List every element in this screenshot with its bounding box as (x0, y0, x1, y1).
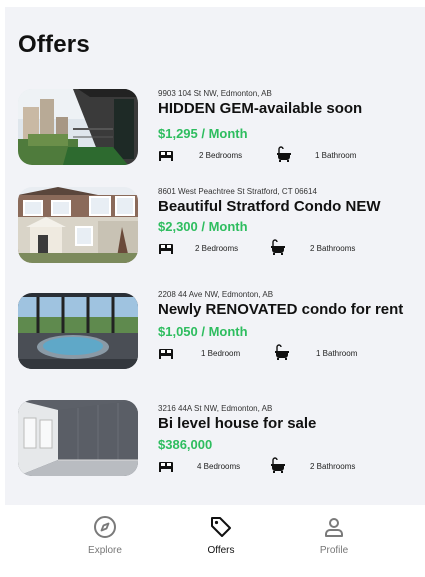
offer-address: 8601 West Peachtree St Stratford, CT 066… (158, 187, 317, 196)
offer-address: 3216 44A St NW, Edmonton, AB (158, 404, 273, 413)
offer-photo (18, 293, 138, 369)
offer-name: Beautiful Stratford Condo NEW (158, 198, 381, 215)
offer-name: HIDDEN GEM-available soon (158, 100, 363, 117)
bathtub-icon (277, 146, 291, 162)
offer-photo (18, 187, 138, 263)
bedrooms-count: 2 Bedrooms (195, 244, 239, 253)
page-title: Offers (18, 31, 90, 58)
user-icon (325, 518, 343, 537)
app-screen: Offers 9903 104 St NW, Edmonton, AB HIDD… (5, 7, 425, 570)
bed-icon (159, 462, 173, 472)
bathrooms-count: 2 Bathrooms (310, 462, 356, 471)
nav-offers[interactable]: Offers (181, 515, 261, 556)
offer-price: $1,295 / Month (158, 126, 248, 141)
offer-price: $386,000 (158, 437, 213, 452)
compass-icon (94, 516, 116, 538)
bed-icon (159, 244, 173, 254)
bedrooms-count: 1 Bedroom (201, 349, 241, 358)
bathrooms-count: 2 Bathrooms (310, 244, 356, 253)
bathtub-icon (275, 344, 289, 360)
nav-explore[interactable]: Explore (65, 515, 145, 556)
offer-card[interactable]: 8601 West Peachtree St Stratford, CT 066… (18, 187, 423, 265)
bed-icon (159, 349, 173, 359)
bed-icon (159, 151, 173, 161)
nav-label: Offers (207, 545, 235, 556)
tag-icon (211, 517, 231, 537)
nav-label: Profile (319, 545, 349, 556)
bedrooms-count: 2 Bedrooms (199, 151, 243, 160)
bathrooms-count: 1 Bathroom (315, 151, 357, 160)
offer-card[interactable]: 9903 104 St NW, Edmonton, AB HIDDEN GEM-… (18, 89, 423, 167)
offer-price: $2,300 / Month (158, 219, 248, 234)
bathrooms-count: 1 Bathroom (316, 349, 358, 358)
nav-label: Explore (88, 545, 122, 556)
offer-photo (18, 89, 138, 165)
offer-name: Newly RENOVATED condo for rent (158, 301, 404, 318)
nav-profile[interactable]: Profile (294, 515, 374, 556)
bottom-nav: Explore Offers Profile (5, 505, 425, 570)
offer-card[interactable]: 3216 44A St NW, Edmonton, AB Bi level ho… (18, 400, 423, 484)
bedrooms-count: 4 Bedrooms (197, 462, 241, 471)
offer-name: Bi level house for sale (158, 415, 317, 432)
bathtub-icon (271, 457, 285, 473)
offer-address: 2208 44 Ave NW, Edmonton, AB (158, 290, 274, 299)
bathtub-icon (271, 239, 285, 255)
offer-price: $1,050 / Month (158, 324, 248, 339)
offer-card[interactable]: 2208 44 Ave NW, Edmonton, AB Newly RENOV… (18, 290, 423, 386)
offer-photo (18, 400, 138, 476)
offer-address: 9903 104 St NW, Edmonton, AB (158, 89, 272, 98)
